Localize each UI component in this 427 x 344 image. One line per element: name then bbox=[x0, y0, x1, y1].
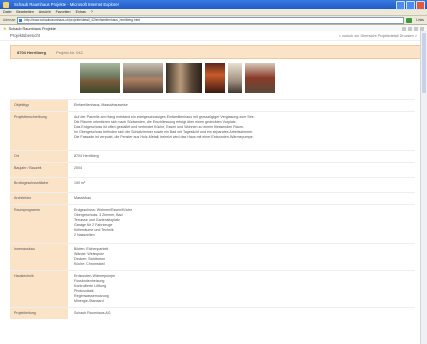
feed-icon[interactable] bbox=[408, 26, 412, 31]
menu-item-bearbeiten[interactable]: Bearbeiten bbox=[16, 9, 33, 15]
row-label: Projektbeschreibung bbox=[10, 112, 68, 150]
tab-title[interactable]: Schaub Raumhaus Projekte bbox=[9, 27, 56, 31]
table-row: Projektleitung Schaub Raumhaus AG bbox=[10, 307, 415, 319]
row-label: Bruttogeschossfläche bbox=[10, 178, 68, 192]
window-controls bbox=[396, 1, 425, 10]
table-row: Projektbeschreibung Auf der Parzelle am … bbox=[10, 111, 415, 150]
property-name: 8704 Herrliberg bbox=[17, 49, 47, 55]
list-item: 2 Nasszellen bbox=[74, 233, 95, 237]
table-row: Objekttyp Einfamilienhaus, Massivbauweis… bbox=[10, 99, 415, 111]
maximize-icon[interactable] bbox=[406, 1, 415, 10]
row-label: Innenausbau bbox=[10, 244, 68, 270]
row-label: Baujahr / Bauzeit bbox=[10, 163, 68, 177]
row-label: Haustechnik bbox=[10, 271, 68, 307]
photo-gallery bbox=[10, 61, 415, 95]
photo-thumbnail-facade[interactable] bbox=[123, 63, 163, 93]
minimize-icon[interactable] bbox=[396, 1, 405, 10]
menu-item-ansicht[interactable]: Ansicht bbox=[39, 9, 51, 15]
row-value: Auf der Parzelle am Hang entstand ein zw… bbox=[68, 112, 415, 150]
row-label: Projektleitung bbox=[10, 308, 68, 319]
links-button[interactable]: Links bbox=[414, 18, 424, 22]
go-button[interactable] bbox=[406, 17, 413, 23]
photo-thumbnail-interior[interactable] bbox=[166, 63, 202, 93]
list-item: Minergie-Standard bbox=[74, 299, 104, 303]
address-input[interactable]: http://www.schaubraumhaus.ch/projekte/de… bbox=[17, 16, 405, 24]
property-bar: 8704 Herrliberg Projekt-Nr. 042 bbox=[10, 45, 423, 59]
row-label: Architektur bbox=[10, 193, 68, 204]
back-link[interactable]: < zurück zur Übersicht Projektdetail Dru… bbox=[339, 34, 417, 38]
table-row: Bruttogeschossfläche 190 m² bbox=[10, 177, 415, 192]
list-item: Küche: Chromstahl bbox=[74, 262, 105, 266]
vertical-scrollbar[interactable] bbox=[420, 31, 427, 344]
table-row: Raumprogramm Erdgeschoss: Wohnen/Essen/K… bbox=[10, 204, 415, 243]
page-content: Projektübersicht < zurück zur Übersicht … bbox=[0, 31, 427, 344]
close-icon[interactable] bbox=[416, 1, 425, 10]
browser-window: Schaub Raumhaus Projekte - Microsoft Int… bbox=[0, 0, 427, 344]
details-table: Objekttyp Einfamilienhaus, Massivbauweis… bbox=[10, 99, 415, 319]
table-row: Ort 8704 Herrliberg bbox=[10, 150, 415, 162]
print-icon[interactable] bbox=[414, 26, 418, 31]
row-value: Erdgeschoss: Wohnen/Essen/Küche Obergesc… bbox=[68, 205, 415, 243]
photo-thumbnail-room[interactable] bbox=[205, 63, 225, 93]
home-icon[interactable] bbox=[402, 26, 406, 31]
property-id: Projekt-Nr. 042 bbox=[56, 49, 83, 55]
page-menu-icon[interactable] bbox=[420, 26, 424, 31]
window-title: Schaub Raumhaus Projekte - Microsoft Int… bbox=[14, 2, 119, 7]
table-row: Innenausbau Böden: Eichenparkett Wände: … bbox=[10, 243, 415, 270]
address-bar: Adresse http://www.schaubraumhaus.ch/pro… bbox=[0, 16, 427, 25]
row-label: Raumprogramm bbox=[10, 205, 68, 243]
row-value: 8704 Herrliberg bbox=[74, 154, 99, 158]
page-header: Projektübersicht < zurück zur Übersicht … bbox=[0, 31, 427, 41]
table-row: Haustechnik Erdsonden-Wärmepumpe Fussbod… bbox=[10, 270, 415, 307]
row-value: Schaub Raumhaus AG bbox=[74, 311, 111, 315]
title-bar: Schaub Raumhaus Projekte - Microsoft Int… bbox=[0, 0, 427, 10]
scrollbar-thumb[interactable] bbox=[422, 33, 426, 93]
description-line: Die Fassade ist verputzt, die Fenster au… bbox=[74, 135, 254, 139]
address-label: Adresse bbox=[3, 18, 16, 22]
menu-item-favoriten[interactable]: Favoriten bbox=[56, 9, 71, 15]
toolbar-icons bbox=[402, 26, 424, 31]
menu-item-datei[interactable]: Datei bbox=[3, 9, 11, 15]
row-value: Massivbau bbox=[74, 196, 92, 200]
row-value: Böden: Eichenparkett Wände: Weissputz De… bbox=[68, 244, 415, 270]
menu-item-extras[interactable]: Extras bbox=[76, 9, 86, 15]
address-url: http://www.schaubraumhaus.ch/projekte/de… bbox=[24, 17, 140, 22]
row-label: Ort bbox=[10, 151, 68, 162]
page-icon bbox=[19, 18, 23, 22]
page-heading: Projektübersicht bbox=[10, 33, 41, 38]
photo-thumbnail-exterior[interactable] bbox=[80, 63, 120, 93]
photo-thumbnail-living[interactable] bbox=[245, 63, 275, 93]
row-value: Erdsonden-Wärmepumpe Fussbodenheizung Ko… bbox=[68, 271, 415, 307]
row-value: Einfamilienhaus, Massivbauweise bbox=[74, 103, 128, 107]
table-row: Architektur Massivbau bbox=[10, 192, 415, 204]
photo-thumbnail-detail[interactable] bbox=[228, 63, 242, 93]
table-row: Baujahr / Bauzeit 2004 bbox=[10, 162, 415, 177]
menu-item-help[interactable]: ? bbox=[91, 9, 93, 15]
browser-app-icon bbox=[3, 1, 9, 8]
menu-bar: Datei Bearbeiten Ansicht Favoriten Extra… bbox=[0, 9, 427, 16]
row-value: 2004 bbox=[74, 166, 82, 170]
row-label: Objekttyp bbox=[10, 100, 68, 111]
row-value: 190 m² bbox=[74, 181, 86, 185]
